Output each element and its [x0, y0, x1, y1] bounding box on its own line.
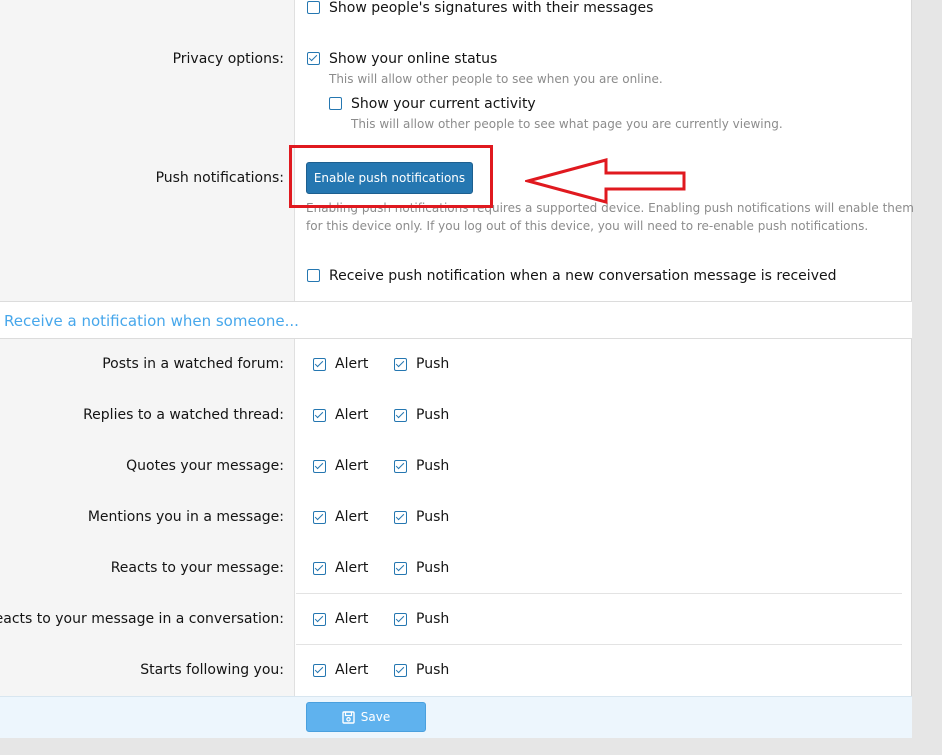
alert-checkbox[interactable]	[313, 562, 326, 575]
alert-label: Alert	[335, 560, 369, 576]
current-activity-label: Show your current activity	[351, 96, 536, 112]
alert-checkbox[interactable]	[313, 460, 326, 473]
push-checkbox[interactable]	[394, 613, 407, 626]
push-label: Push	[416, 356, 450, 372]
alert-label: Alert	[335, 662, 369, 678]
signatures-label: Show people's signatures with their mess…	[329, 0, 654, 16]
online-status-label: Show your online status	[329, 51, 498, 67]
notify-row-label: Replies to a watched thread:	[83, 407, 284, 423]
alert-checkbox[interactable]	[313, 511, 326, 524]
current-activity-checkbox[interactable]	[329, 97, 342, 110]
row-divider	[296, 593, 902, 594]
save-button[interactable]: Save	[306, 702, 426, 732]
online-status-checkbox[interactable]	[307, 52, 320, 65]
push-label: Push	[416, 407, 450, 423]
alert-label: Alert	[335, 458, 369, 474]
signatures-checkbox[interactable]	[307, 1, 320, 14]
push-checkbox[interactable]	[394, 511, 407, 524]
push-checkbox[interactable]	[394, 664, 407, 677]
conversation-push-label: Receive push notification when a new con…	[329, 268, 837, 284]
save-icon	[342, 710, 355, 724]
push-hint-line2: for this device only. If you log out of …	[306, 219, 869, 233]
notification-section-header: Receive a notification when someone...	[0, 301, 912, 339]
current-activity-hint: This will allow other people to see what…	[351, 117, 783, 131]
push-checkbox[interactable]	[394, 358, 407, 371]
preferences-card: Show people's signatures with their mess…	[0, 0, 914, 738]
alert-checkbox[interactable]	[313, 409, 326, 422]
alert-label: Alert	[335, 407, 369, 423]
highlight-box	[289, 145, 493, 208]
alert-checkbox[interactable]	[313, 664, 326, 677]
push-notifications-label: Push notifications:	[155, 170, 284, 186]
form-footer: Save	[0, 696, 912, 738]
push-checkbox[interactable]	[394, 562, 407, 575]
notify-row-label: Posts in a watched forum:	[102, 356, 284, 372]
alert-label: Alert	[335, 356, 369, 372]
push-label: Push	[416, 509, 450, 525]
push-label: Push	[416, 611, 450, 627]
conversation-push-checkbox[interactable]	[307, 269, 320, 282]
upper-label-column	[0, 0, 295, 301]
save-button-label: Save	[360, 710, 391, 724]
push-checkbox[interactable]	[394, 460, 407, 473]
notify-row-label: Reacts to your message in a conversation…	[0, 611, 284, 627]
push-label: Push	[416, 560, 450, 576]
alert-label: Alert	[335, 611, 369, 627]
notify-row-label: Reacts to your message:	[110, 560, 284, 576]
alert-checkbox[interactable]	[313, 358, 326, 371]
notify-row-label: Quotes your message:	[126, 458, 284, 474]
alert-checkbox[interactable]	[313, 613, 326, 626]
notify-row-label: Starts following you:	[140, 662, 284, 678]
alert-label: Alert	[335, 509, 369, 525]
push-label: Push	[416, 662, 450, 678]
push-checkbox[interactable]	[394, 409, 407, 422]
push-label: Push	[416, 458, 450, 474]
red-arrow-icon	[525, 158, 686, 204]
notify-row-label: Mentions you in a message:	[87, 509, 284, 525]
row-divider	[296, 644, 902, 645]
privacy-options-label: Privacy options:	[172, 51, 284, 67]
online-status-hint: This will allow other people to see when…	[329, 72, 663, 86]
notification-section-title: Receive a notification when someone...	[4, 312, 299, 330]
